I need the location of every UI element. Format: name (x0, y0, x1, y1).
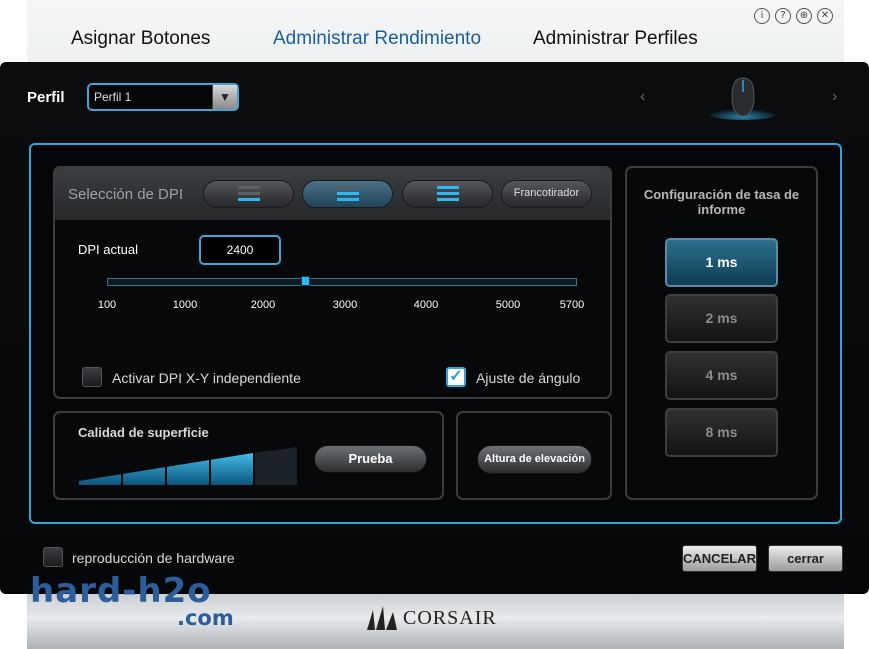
main-tabs: Asignar Botones Administrar Rendimiento … (0, 28, 869, 58)
watermark-logo: hard-h2o .com (30, 571, 234, 629)
help-icon[interactable]: ? (775, 8, 791, 24)
dpi-stage-1-button[interactable] (203, 180, 294, 208)
dpi-header: Selección de DPI Francotirador (55, 168, 610, 220)
profile-select-value: Perfil 1 (94, 90, 132, 104)
corsair-logo: CORSAIR (365, 604, 497, 632)
dpi-stage-3-icon (436, 186, 459, 204)
current-dpi-label: DPI actual (78, 242, 138, 257)
chevron-down-icon[interactable]: ▼ (212, 85, 237, 109)
dpi-tick: 100 (97, 299, 117, 311)
dpi-stage-2-button[interactable] (302, 180, 393, 208)
sniper-label: Francotirador (513, 187, 580, 199)
lift-height-button[interactable]: Altura de elevación (477, 445, 592, 474)
globe-icon[interactable]: ⊕ (796, 8, 812, 24)
report-rate-2ms-button[interactable]: 2 ms (665, 294, 778, 343)
hardware-playback-checkbox[interactable] (43, 547, 63, 567)
profile-label: Perfil (27, 89, 65, 106)
mouse-device-icon (705, 77, 781, 120)
dpi-tick: 4000 (413, 299, 439, 311)
corsair-wordmark: CORSAIR (403, 606, 497, 629)
surface-test-button[interactable]: Prueba (314, 445, 427, 473)
dpi-stage-1-icon (237, 186, 260, 204)
report-rate-title: Configuración de tasa de informe (643, 187, 800, 217)
independent-xy-label: Activar DPI X-Y independiente (112, 370, 301, 386)
dpi-slider-handle[interactable] (301, 276, 310, 286)
current-dpi-field[interactable]: 2400 (199, 235, 281, 265)
report-rate-4ms-button[interactable]: 4 ms (665, 351, 778, 400)
performance-content: Selección de DPI Francotirador DPI actua… (29, 143, 842, 524)
dpi-stage-2-icon (336, 186, 359, 204)
surface-quality-meter (79, 447, 297, 485)
window-controls: i ? ⊕ ✕ (754, 8, 833, 24)
cancel-button[interactable]: CANCELAR (682, 545, 757, 572)
dpi-tick: 2000 (250, 299, 276, 311)
dpi-tick: 1000 (172, 299, 198, 311)
close-icon[interactable]: ✕ (817, 8, 833, 24)
sniper-button[interactable]: Francotirador (501, 180, 592, 208)
surface-quality-title: Calidad de superficie (78, 425, 209, 440)
close-button[interactable]: cerrar (768, 545, 843, 572)
dpi-tick: 3000 (332, 299, 358, 311)
profile-select[interactable]: Perfil 1 ▼ (87, 83, 239, 111)
independent-xy-checkbox[interactable] (82, 367, 102, 387)
angle-snap-checkbox[interactable]: ✓ (446, 367, 466, 387)
surface-quality-panel: Calidad de superficie Prueba (53, 411, 444, 500)
tab-manage-performance[interactable]: Administrar Rendimiento (273, 28, 481, 50)
report-rate-panel: Configuración de tasa de informe 1 ms 2 … (625, 166, 818, 500)
lift-height-panel: Altura de elevación (456, 411, 612, 500)
tab-manage-profiles[interactable]: Administrar Perfiles (533, 28, 698, 50)
dpi-stage-3-button[interactable] (402, 180, 493, 208)
dpi-selection-label: Selección de DPI (68, 186, 184, 203)
watermark-line1: hard-h2o (30, 571, 212, 611)
info-icon[interactable]: i (754, 8, 770, 24)
surface-quality-ramp (79, 447, 297, 485)
angle-snap-label: Ajuste de ángulo (476, 370, 581, 386)
next-device-arrow-icon[interactable]: › (832, 88, 837, 106)
report-rate-8ms-button[interactable]: 8 ms (665, 408, 778, 457)
dpi-tick: 5700 (559, 299, 585, 311)
prev-device-arrow-icon[interactable]: ‹ (640, 88, 645, 106)
corsair-sails-icon (367, 606, 397, 630)
tab-assign-buttons[interactable]: Asignar Botones (71, 28, 210, 50)
dpi-tick: 5000 (495, 299, 521, 311)
watermark-line2: .com (177, 606, 234, 630)
hardware-playback-label: reproducción de hardware (72, 550, 235, 566)
dpi-panel: Selección de DPI Francotirador DPI actua… (53, 166, 612, 399)
dpi-slider[interactable] (107, 276, 577, 286)
report-rate-1ms-button[interactable]: 1 ms (665, 238, 778, 287)
